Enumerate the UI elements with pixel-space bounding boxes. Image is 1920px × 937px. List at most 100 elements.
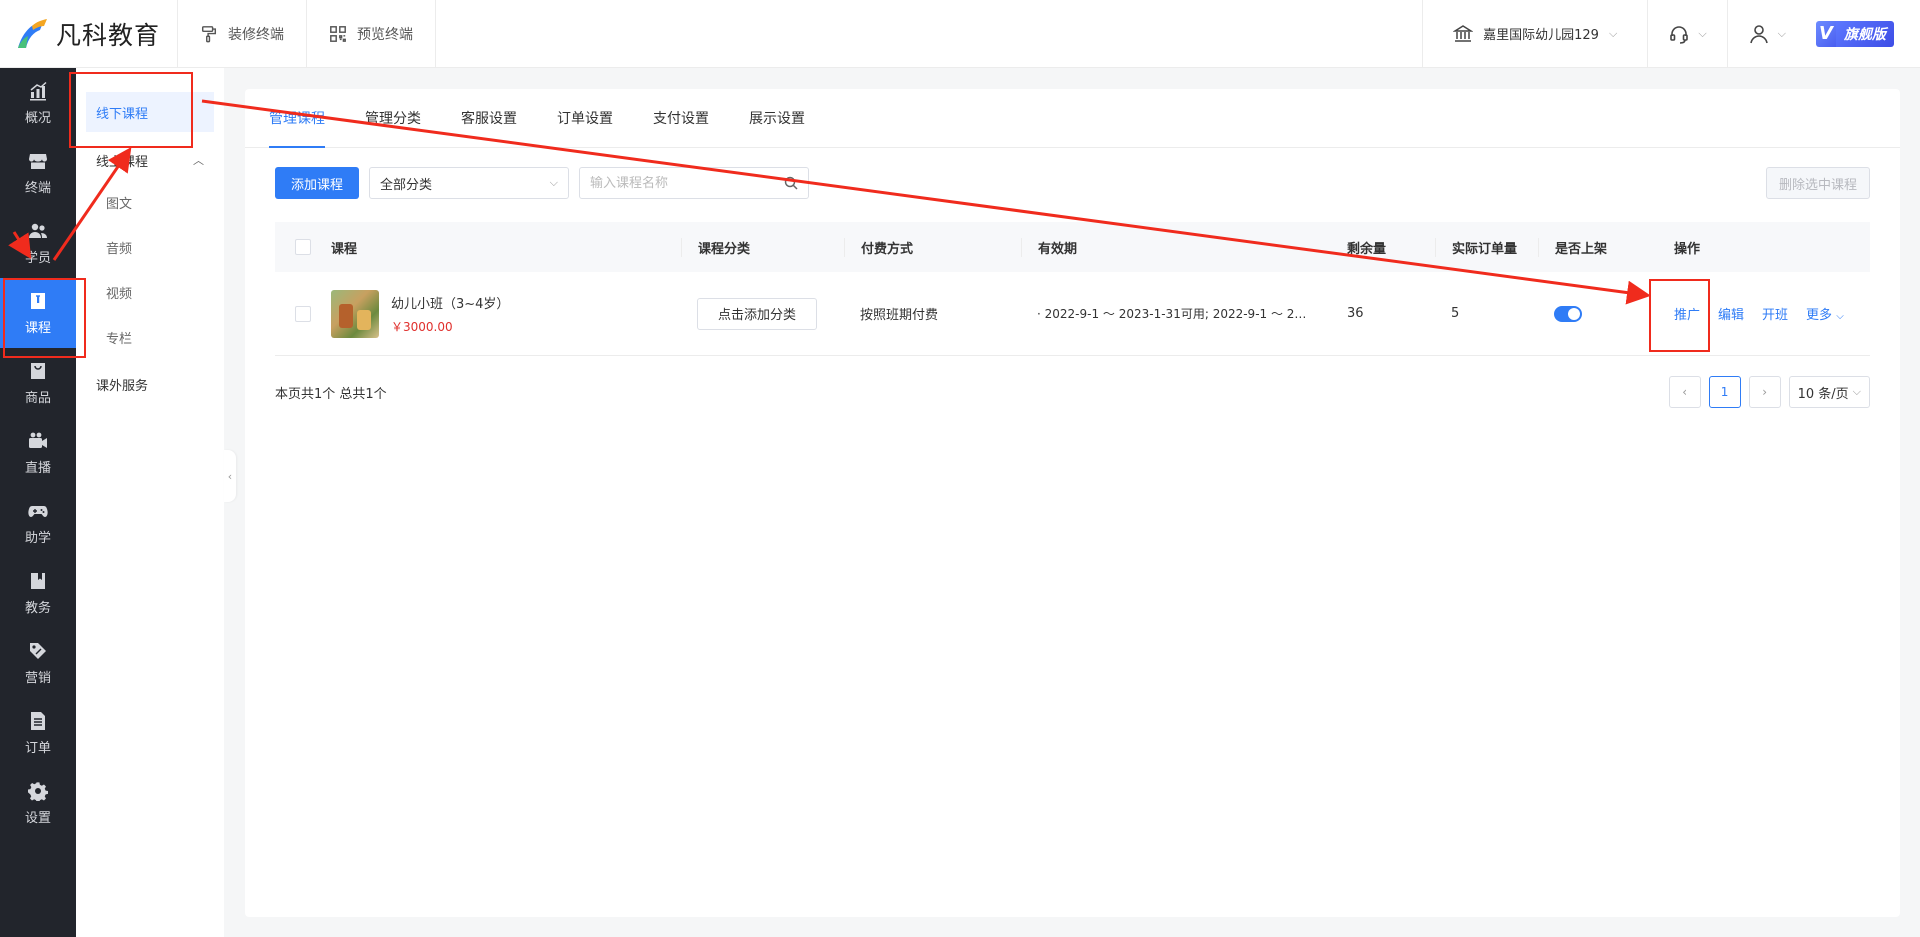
sidebar-item-orders[interactable]: 订单: [0, 698, 76, 768]
tab-manage-categories[interactable]: 管理分类: [345, 89, 441, 147]
delete-selected-button[interactable]: 删除选中课程: [1765, 167, 1870, 199]
chart-icon: [30, 81, 47, 100]
tab-display-settings[interactable]: 展示设置: [729, 89, 825, 147]
header-remain: 剩余量: [1347, 241, 1387, 257]
category-select-value: 全部分类: [380, 177, 433, 193]
chevron-down-icon: ⌵: [549, 176, 559, 189]
paint-roller-icon: [201, 25, 217, 42]
sidebar-item-label: 订单: [24, 740, 51, 756]
course-cell[interactable]: 幼儿小班（3~4岁） ￥3000.00: [331, 289, 681, 338]
submenu-online-label: 线上课程: [96, 154, 149, 170]
annotation-box-courses-sidebar: [3, 278, 86, 358]
user-icon: [1749, 24, 1768, 43]
main-sidebar: 概况 终端 学员 课程 商品 直播 助学 教务 营销 订单 设置: [0, 68, 76, 937]
tab-payment-settings[interactable]: 支付设置: [633, 89, 729, 147]
onsale-toggle[interactable]: [1554, 305, 1582, 322]
gamepad-icon: [28, 505, 48, 517]
course-name: 幼儿小班（3~4岁）: [391, 296, 510, 312]
chevron-down-icon: ⌵: [1698, 26, 1707, 40]
chevron-down-icon: ⌵: [1836, 311, 1844, 322]
decorate-terminal-label: 装修终端: [228, 26, 284, 43]
page-size-select[interactable]: 10 条/页 ⌵: [1788, 376, 1870, 408]
pay-method: 按照班期付费: [860, 308, 939, 323]
account-menu[interactable]: ⌵: [1728, 0, 1806, 67]
document-icon: [31, 711, 45, 730]
submenu-item-column[interactable]: 专栏: [76, 315, 224, 360]
page-size-value: 10 条/页: [1797, 386, 1849, 402]
tab-manage-courses[interactable]: 管理课程: [269, 89, 345, 148]
submenu-item-article[interactable]: 图文: [76, 180, 224, 225]
preview-terminal-button[interactable]: 预览终端: [307, 0, 436, 67]
course-table: 课程 课程分类 付费方式 有效期 剩余量 实际订单量 是否上架 操作 幼儿小班（…: [275, 222, 1870, 356]
tab-bar: 管理课程 管理分类 客服设置 订单设置 支付设置 展示设置: [245, 89, 1900, 148]
course-toolbar: 添加课程 全部分类 ⌵ 删除选中课程: [245, 164, 1900, 202]
order-count: 5: [1451, 306, 1460, 321]
sidebar-item-terminal[interactable]: 终端: [0, 138, 76, 208]
qrcode-icon: [330, 25, 346, 42]
tag-icon: [30, 642, 46, 659]
submenu-item-audio[interactable]: 音频: [76, 225, 224, 270]
add-category-button[interactable]: 点击添加分类: [697, 297, 818, 330]
logo[interactable]: 凡科教育: [0, 0, 178, 67]
more-dropdown[interactable]: 更多 ⌵: [1806, 304, 1844, 323]
sidebar-item-academic[interactable]: 教务: [0, 558, 76, 628]
open-class-link[interactable]: 开班: [1762, 304, 1788, 323]
sidebar-item-goods[interactable]: 商品: [0, 348, 76, 418]
sidebar-item-label: 助学: [24, 530, 51, 546]
bag-icon: [31, 362, 45, 379]
row-checkbox[interactable]: [295, 305, 311, 322]
sidebar-item-label: 营销: [24, 670, 51, 686]
school-switcher[interactable]: 嘉里国际幼儿园129 ⌵: [1422, 0, 1649, 67]
course-submenu: 线下课程 线上课程 ︿ 图文 音频 视频 专栏 课外服务: [76, 68, 224, 937]
sidebar-item-label: 学员: [24, 250, 51, 266]
category-select[interactable]: 全部分类 ⌵: [369, 167, 570, 199]
header-course: 课程: [331, 241, 358, 257]
users-icon: [29, 223, 47, 238]
video-icon: [29, 432, 47, 448]
sidebar-item-students[interactable]: 学员: [0, 208, 76, 278]
search-input[interactable]: [590, 175, 771, 191]
table-row: 幼儿小班（3~4岁） ￥3000.00 点击添加分类 按照班期付费 · 2022…: [275, 272, 1870, 356]
bank-icon: [1453, 24, 1474, 42]
sidebar-item-marketing[interactable]: 营销: [0, 628, 76, 698]
submenu-extra-services[interactable]: 课外服务: [76, 364, 224, 404]
remain-count: 36: [1347, 306, 1364, 321]
vip-label: 旗舰版: [1836, 20, 1894, 47]
logo-mark-icon: [18, 18, 47, 48]
preview-terminal-label: 预览终端: [357, 26, 413, 43]
chevron-left-icon: ‹: [227, 469, 233, 483]
submenu-item-video[interactable]: 视频: [76, 270, 224, 315]
sidebar-item-settings[interactable]: 设置: [0, 768, 76, 838]
collapse-submenu-handle[interactable]: ‹: [224, 450, 236, 502]
header-onsale: 是否上架: [1538, 237, 1656, 257]
sidebar-item-label: 教务: [24, 600, 51, 616]
select-all-checkbox[interactable]: [295, 239, 311, 255]
vip-badge[interactable]: V 旗舰版: [1816, 0, 1894, 67]
sidebar-item-label: 商品: [24, 390, 51, 406]
tab-order-settings[interactable]: 订单设置: [537, 89, 633, 147]
sidebar-item-label: 概况: [24, 110, 51, 126]
search-icon[interactable]: [784, 176, 798, 190]
sidebar-item-label: 直播: [24, 460, 51, 476]
add-course-button[interactable]: 添加课程: [275, 167, 360, 199]
next-page-button[interactable]: ›: [1748, 376, 1781, 408]
chevron-up-icon: ︿: [193, 154, 204, 167]
sidebar-item-live[interactable]: 直播: [0, 418, 76, 488]
prev-page-button[interactable]: ‹: [1668, 376, 1701, 408]
course-thumbnail: [331, 289, 379, 338]
headset-icon: [1670, 25, 1689, 44]
sidebar-item-overview[interactable]: 概况: [0, 68, 76, 138]
page-info: 本页共1个 总共1个: [275, 386, 387, 402]
header-orders: 实际订单量: [1435, 237, 1538, 257]
course-price: ￥3000.00: [391, 319, 453, 334]
tab-service-settings[interactable]: 客服设置: [441, 89, 537, 147]
decorate-terminal-button[interactable]: 装修终端: [178, 0, 307, 67]
sidebar-item-assist[interactable]: 助学: [0, 488, 76, 558]
chevron-down-icon: ⌵: [1777, 26, 1786, 40]
edit-link[interactable]: 编辑: [1718, 304, 1744, 323]
logo-text: 凡科教育: [56, 20, 161, 50]
chevron-left-icon: ‹: [1682, 385, 1687, 399]
support-menu[interactable]: ⌵: [1648, 0, 1728, 67]
page-number[interactable]: 1: [1708, 376, 1741, 408]
annotation-box-offline-courses: [69, 72, 193, 148]
